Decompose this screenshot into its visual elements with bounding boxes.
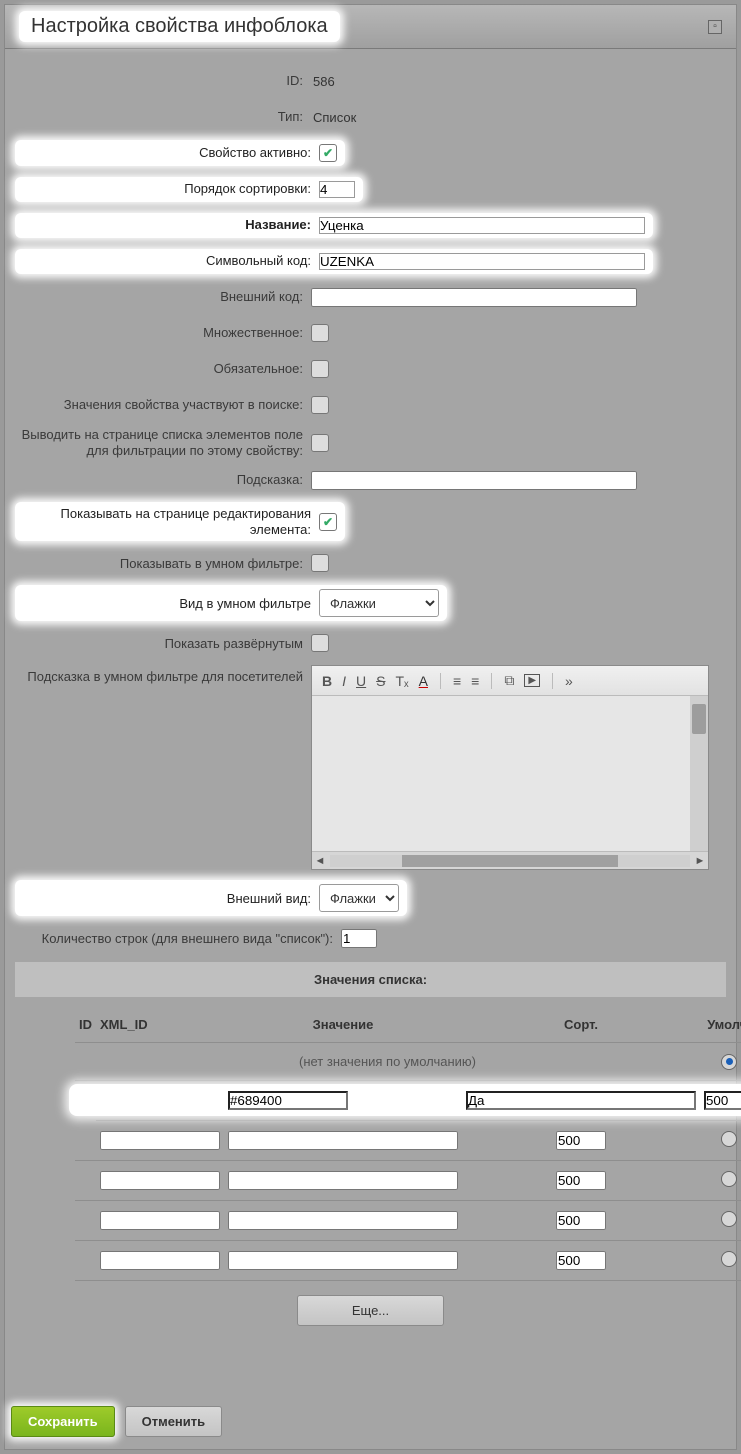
text-color-icon[interactable]: A [419,673,428,689]
sort-label: Порядок сортировки: [23,181,319,197]
vertical-scrollbar[interactable] [690,696,708,851]
id-label: ID: [15,73,311,89]
filter-list-label: Выводить на странице списка элементов по… [15,427,311,458]
xml-id-input[interactable] [100,1131,220,1150]
filter-list-checkbox[interactable] [311,434,329,452]
strike-icon[interactable]: S [376,673,385,689]
code-input[interactable] [319,253,645,270]
sort-input[interactable] [556,1171,606,1190]
sort-input[interactable] [556,1211,606,1230]
col-sort: Сорт. [462,1007,700,1043]
expanded-checkbox[interactable] [311,634,329,652]
col-val: Значение [224,1007,462,1043]
link-icon[interactable]: ⧉ [504,672,514,689]
hint-input[interactable] [311,471,637,490]
table-row [75,1120,741,1160]
xml-id-input[interactable] [100,1211,220,1230]
video-icon[interactable]: ▶ [524,674,540,687]
smart-view-label: Вид в умном фильтре [23,596,319,612]
sort-input[interactable] [319,181,355,198]
multiple-checkbox[interactable] [311,324,329,342]
editor-textarea[interactable] [312,696,708,851]
table-row [75,1080,741,1120]
col-def: Умолч. [700,1007,741,1043]
titlebar: Настройка свойства инфоблока ▫ [5,5,736,49]
value-input[interactable] [228,1211,458,1230]
rows-label: Количество строк (для внешнего вида "спи… [15,931,341,947]
dialog-title: Настройка свойства инфоблока [31,15,328,38]
rich-editor: B I U S Tₓ A ≡ ≡ ⧉ ▶ » [311,665,709,870]
show-edit-label: Показывать на странице редактирования эл… [23,506,319,537]
col-id: ID [75,1007,96,1043]
cancel-button[interactable]: Отменить [125,1406,223,1437]
sort-input[interactable] [556,1251,606,1270]
table-row [75,1200,741,1240]
value-input[interactable] [466,1091,696,1110]
more-tools-icon[interactable]: » [565,673,573,689]
ext-code-label: Внешний код: [15,289,311,305]
bold-icon[interactable]: B [322,673,332,689]
dialog-body: ID: 586 Тип: Список Свойство активно: По… [5,49,736,1338]
ext-code-input[interactable] [311,288,637,307]
default-radio[interactable] [721,1171,737,1187]
close-icon[interactable]: ▫ [708,20,722,34]
table-row [75,1240,741,1280]
more-button[interactable]: Еще... [297,1295,444,1326]
active-label: Свойство активно: [23,145,319,161]
ext-view-label: Внешний вид: [23,891,319,907]
ext-view-select[interactable]: Флажки [319,884,399,912]
table-row [75,1160,741,1200]
horizontal-scrollbar[interactable]: ◄ ► [312,851,708,869]
dialog: Настройка свойства инфоблока ▫ ID: 586 Т… [4,4,737,1450]
editor-toolbar: B I U S Tₓ A ≡ ≡ ⧉ ▶ » [312,666,708,696]
xml-id-input[interactable] [228,1091,348,1110]
default-radio[interactable] [721,1211,737,1227]
search-label: Значения свойства участвуют в поиске: [15,397,311,413]
unordered-list-icon[interactable]: ≡ [471,673,479,689]
value-input[interactable] [228,1171,458,1190]
search-checkbox[interactable] [311,396,329,414]
expanded-label: Показать развёрнутым [15,636,311,652]
name-input[interactable] [319,217,645,234]
rows-input[interactable] [341,929,377,948]
show-smart-checkbox[interactable] [311,554,329,572]
section-header-values: Значения списка: [15,962,726,997]
values-table: ID XML_ID Значение Сорт. Умолч. (нет зна… [75,1007,741,1281]
default-radio-none[interactable] [721,1054,737,1070]
smart-hint-label: Подсказка в умном фильтре для посетителе… [15,665,311,685]
sort-input[interactable] [704,1091,741,1110]
multiple-label: Множественное: [15,325,311,341]
type-label: Тип: [15,109,311,125]
sort-input[interactable] [556,1131,606,1150]
default-value-row: (нет значения по умолчанию) [75,1043,741,1081]
show-smart-label: Показывать в умном фильтре: [15,556,311,572]
default-radio[interactable] [721,1131,737,1147]
smart-view-select[interactable]: Флажки [319,589,439,617]
name-label: Название: [23,217,319,233]
id-value: 586 [311,74,335,89]
italic-icon[interactable]: I [342,673,346,689]
show-edit-checkbox[interactable] [319,513,337,531]
active-checkbox[interactable] [319,144,337,162]
clear-format-icon[interactable]: Tₓ [395,673,408,689]
scroll-left-icon[interactable]: ◄ [312,855,328,867]
hint-label: Подсказка: [15,472,311,488]
footer: Сохранить Отменить [11,1406,222,1437]
xml-id-input[interactable] [100,1171,220,1190]
value-input[interactable] [228,1131,458,1150]
save-button[interactable]: Сохранить [11,1406,115,1437]
scroll-right-icon[interactable]: ► [692,855,708,867]
ordered-list-icon[interactable]: ≡ [453,673,461,689]
default-radio[interactable] [721,1251,737,1267]
value-input[interactable] [228,1251,458,1270]
type-value: Список [311,110,356,125]
xml-id-input[interactable] [100,1251,220,1270]
col-xml: XML_ID [96,1007,224,1043]
code-label: Символьный код: [23,253,319,269]
required-checkbox[interactable] [311,360,329,378]
required-label: Обязательное: [15,361,311,377]
underline-icon[interactable]: U [356,673,366,689]
no-default-text: (нет значения по умолчанию) [299,1054,476,1069]
